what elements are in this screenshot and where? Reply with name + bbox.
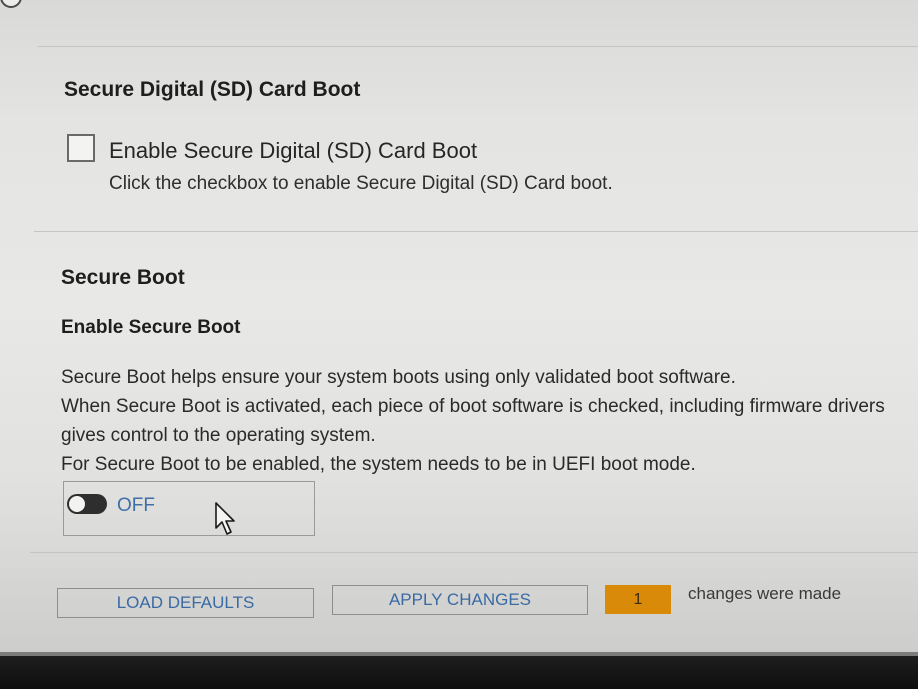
secure-boot-description-line: When Secure Boot is activated, each piec… <box>61 396 885 417</box>
secure-boot-toggle[interactable]: OFF <box>63 481 315 536</box>
enable-secure-boot-subtitle: Enable Secure Boot <box>61 317 241 338</box>
mouse-pointer-icon <box>215 502 235 535</box>
sd-card-boot-help-text: Click the checkbox to enable Secure Digi… <box>109 173 613 194</box>
secure-boot-section-title: Secure Boot <box>61 266 185 289</box>
secure-boot-description-line: gives control to the operating system. <box>61 425 376 446</box>
toggle-knob <box>69 496 85 512</box>
screen-bezel <box>0 656 918 689</box>
secure-boot-description-line: For Secure Boot to be enabled, the syste… <box>61 454 696 475</box>
section-divider-top <box>38 46 918 47</box>
load-defaults-button[interactable]: LOAD DEFAULTS <box>57 588 314 618</box>
section-divider-middle <box>34 231 918 232</box>
sd-card-boot-checkbox-label[interactable]: Enable Secure Digital (SD) Card Boot <box>109 138 477 164</box>
toggle-switch-icon[interactable] <box>67 494 107 514</box>
sd-section-title: Secure Digital (SD) Card Boot <box>64 78 361 101</box>
apply-changes-button[interactable]: APPLY CHANGES <box>332 585 588 615</box>
secure-boot-description-line: Secure Boot helps ensure your system boo… <box>61 367 736 388</box>
changes-made-text: changes were made <box>688 584 842 603</box>
changes-count-badge: 1 <box>605 585 671 614</box>
footer-divider <box>30 552 918 553</box>
top-partial-radio <box>0 0 22 8</box>
toggle-state-label: OFF <box>117 495 155 516</box>
sd-card-boot-checkbox[interactable] <box>67 134 95 162</box>
